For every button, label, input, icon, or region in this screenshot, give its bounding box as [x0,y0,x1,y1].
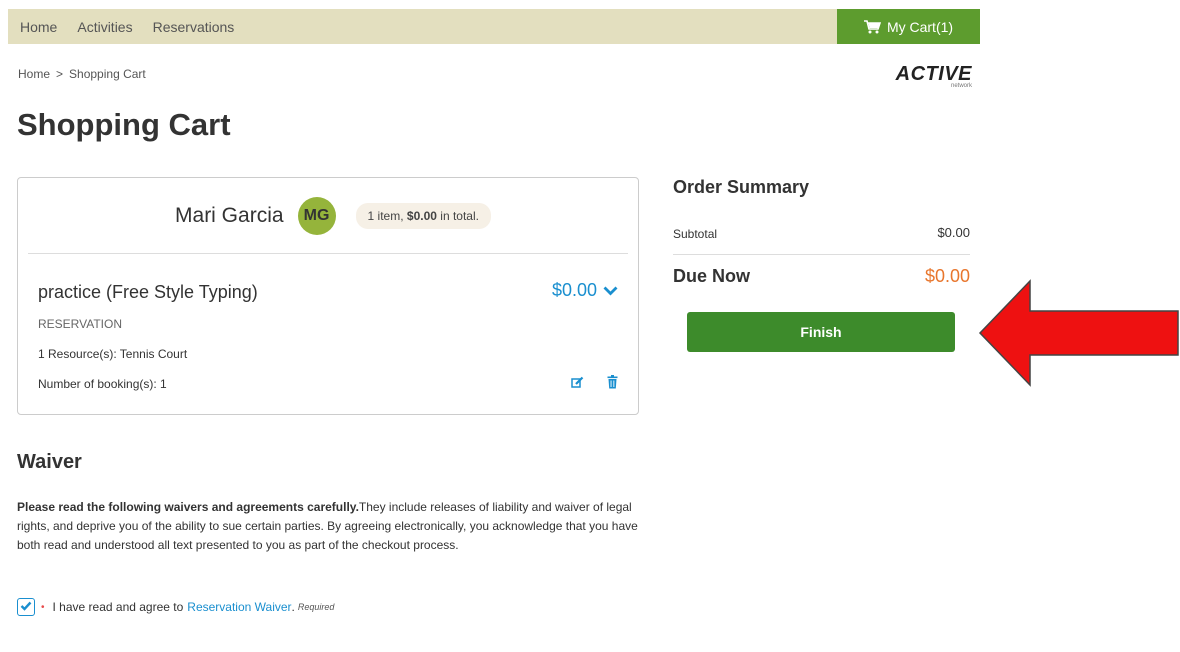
breadcrumb-current: Shopping Cart [69,67,146,81]
item-resource: 1 Resource(s): Tennis Court [38,347,188,361]
summary-prefix: 1 item, [367,208,407,223]
breadcrumb-home[interactable]: Home [18,67,50,81]
finish-button[interactable]: Finish [687,312,955,352]
due-now-value: $0.00 [924,266,970,286]
waiver-text: Please read the following waivers and ag… [17,498,647,555]
required-note: Required [297,602,335,612]
subtotal-value: $0.00 [937,225,970,240]
agree-text: I have read and agree to [52,600,184,614]
waiver-checkbox[interactable] [17,598,35,616]
required-indicator: • [41,601,45,613]
item-bookings: Number of booking(s): 1 [38,377,167,391]
due-now-label: Due Now [673,266,751,286]
nav-reservations[interactable]: Reservations [153,19,235,35]
breadcrumb-separator: > [56,67,64,81]
item-title: practice (Free Style Typing) [38,282,258,302]
page-title: Shopping Cart [17,107,231,142]
item-type: RESERVATION [38,317,123,331]
summary-amount: $0.00 [406,208,437,223]
reservation-waiver-link[interactable]: Reservation Waiver [187,600,291,614]
red-arrow-annotation [978,279,1179,387]
waiver-agree-row: • I have read and agree to Reservation W… [17,598,334,616]
chevron-down-icon [603,280,618,301]
checkmark-icon [20,600,32,614]
edit-icon[interactable] [571,376,584,394]
item-price: $0.00 [551,280,597,300]
participant-name: Mari Garcia [175,203,284,227]
cart-summary-badge: 1 item, $0.00 in total. [355,202,491,229]
my-cart-button[interactable]: My Cart(1) [837,9,980,44]
my-cart-label: My Cart(1) [886,18,954,35]
active-network-logo: ACTIVE network [872,64,972,89]
nav-home[interactable]: Home [20,19,57,35]
agree-period: . [291,600,295,614]
avatar: MG [297,196,336,235]
logo-word: ACTIVE [895,63,972,85]
card-divider [28,253,628,254]
subtotal-label: Subtotal [673,227,718,241]
nav-activities[interactable]: Activities [77,19,132,35]
participant-header: Mari Garcia MG 1 item, $0.00 in total. [18,178,638,253]
item-price-toggle[interactable]: $0.00 [552,280,618,301]
summary-suffix: in total. [436,208,479,223]
waiver-lead: Please read the following waivers and ag… [17,500,359,514]
top-nav: Home Activities Reservations My Cart(1) [8,9,980,44]
trash-icon[interactable] [607,375,618,394]
cart-icon [863,19,881,34]
breadcrumb: Home > Shopping Cart [18,67,146,81]
order-summary-title: Order Summary [673,177,810,197]
waiver-title: Waiver [17,451,82,473]
cart-card: Mari Garcia MG 1 item, $0.00 in total. p… [17,177,639,415]
summary-divider [673,254,970,255]
